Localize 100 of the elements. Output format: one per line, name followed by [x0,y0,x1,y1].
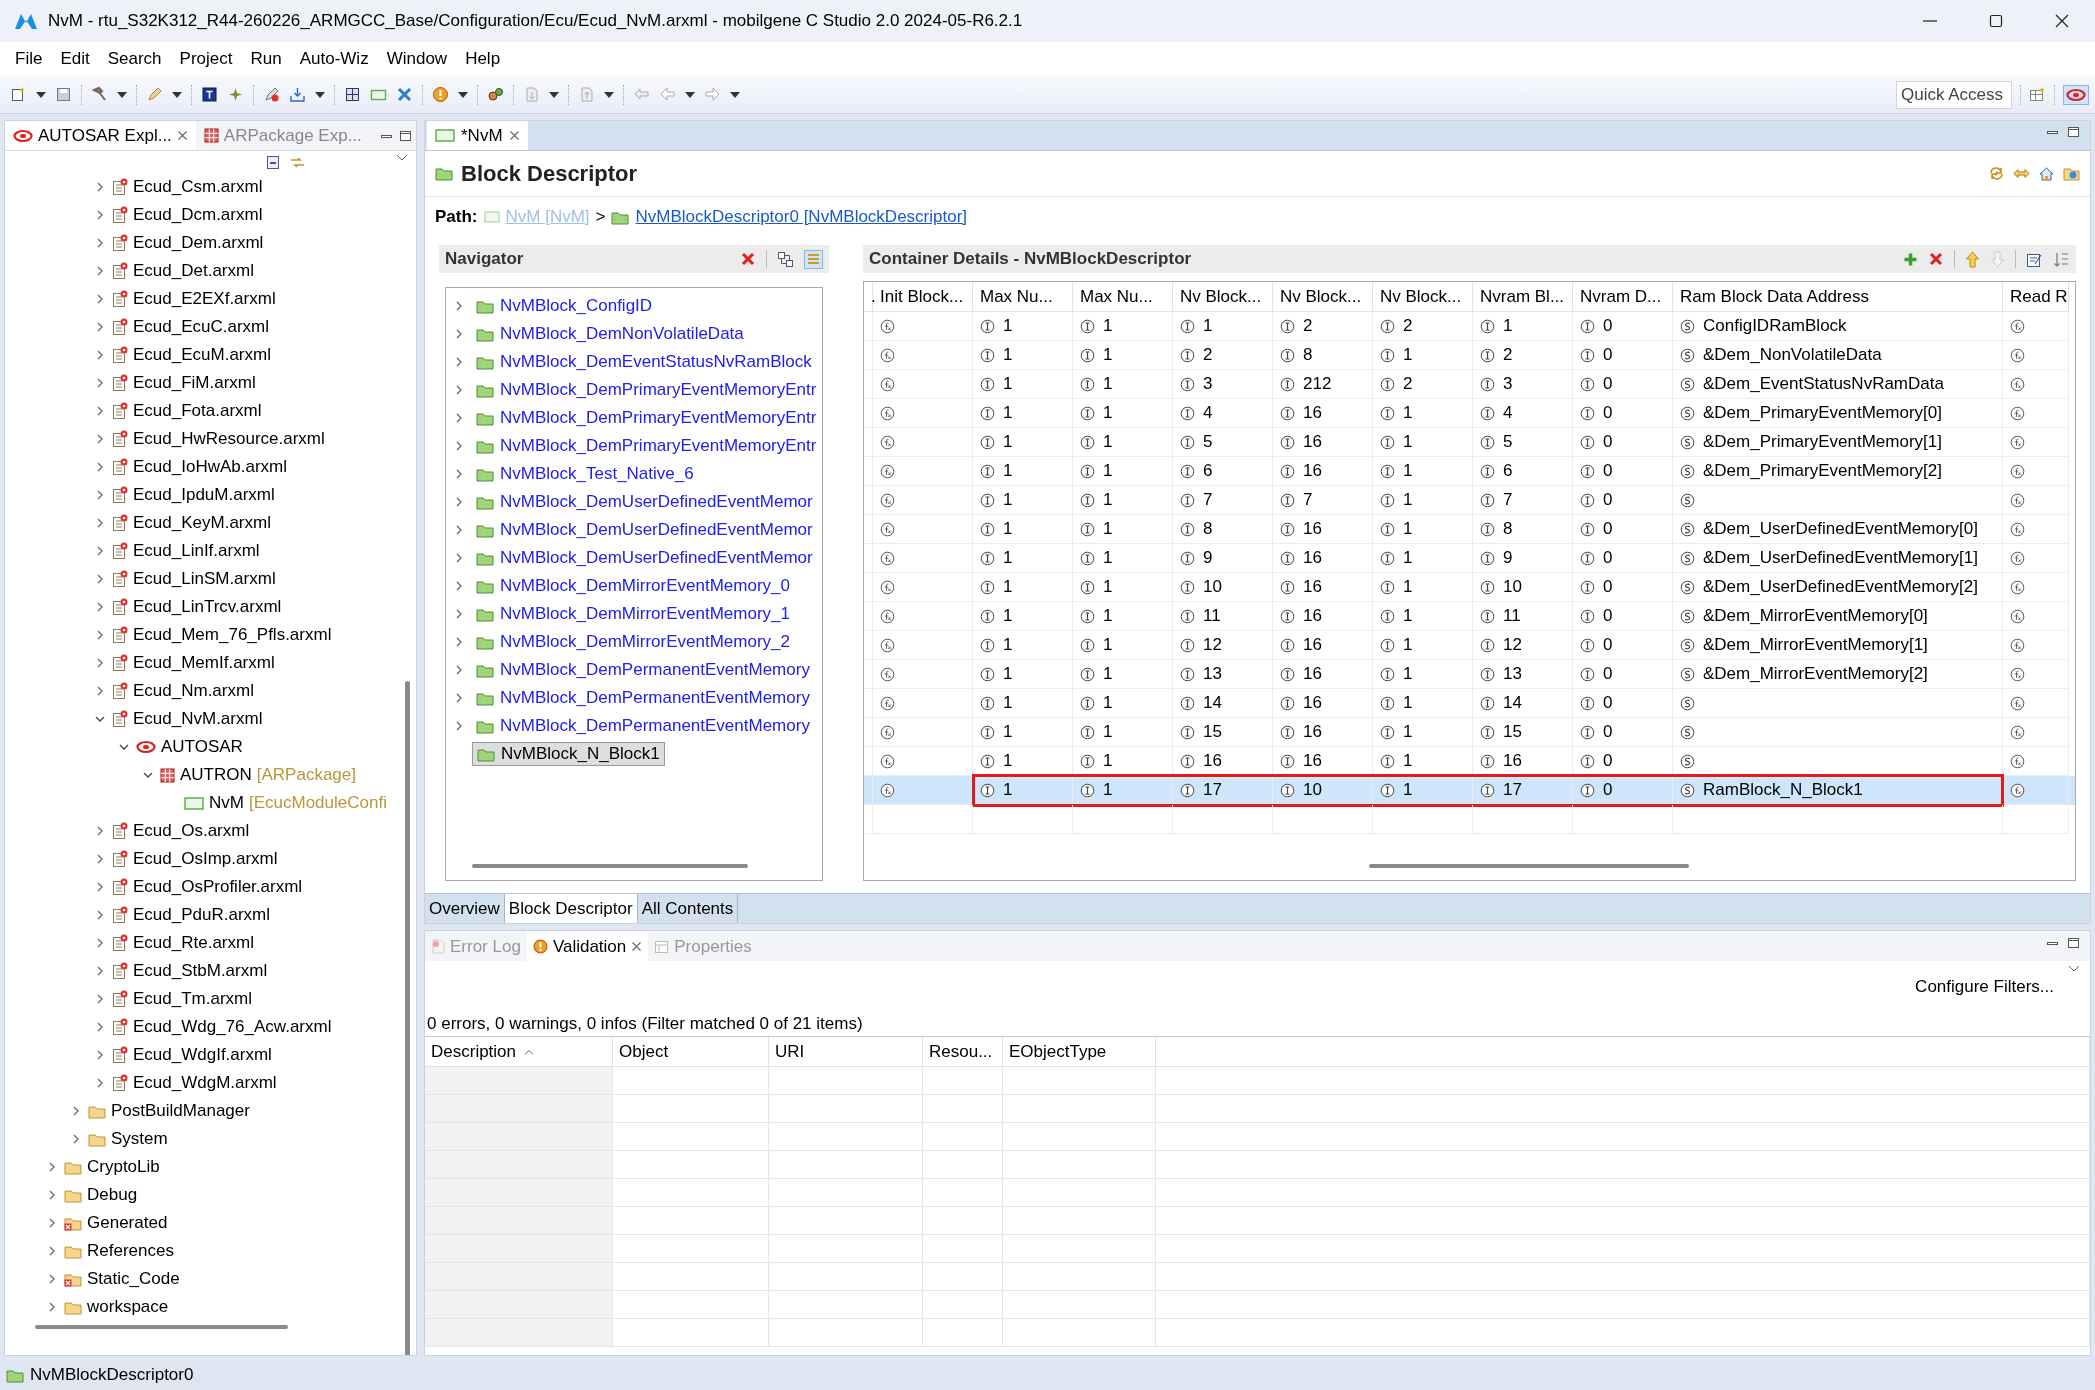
column-header[interactable]: Nv Block... [1173,282,1273,312]
column-header[interactable]: Max Nu... [973,282,1073,312]
gears-icon[interactable] [487,86,504,103]
tree-item[interactable]: AUTRON [180,765,252,785]
navigator-item[interactable]: NvMBlock_DemPrimaryEventMemoryEntr [472,379,821,401]
column-header[interactable]: Object [613,1037,769,1067]
grid-icon[interactable] [344,86,361,103]
navigator-item[interactable]: NvMBlock_DemPermanentEventMemory [472,715,814,737]
scrollbar[interactable] [35,1325,288,1329]
tree-item[interactable]: Ecud_IoHwAb.arxml [133,457,287,477]
column-header[interactable]: Resou... [923,1037,1003,1067]
menu-item[interactable]: Auto-Wiz [290,49,378,69]
navigator-item[interactable]: NvMBlock_DemPrimaryEventMemoryEntr [472,407,821,429]
tree-item[interactable]: Ecud_PduR.arxml [133,905,270,925]
column-header[interactable]: Max Nu... [1073,282,1173,312]
table-row[interactable]: 1 1 10 16 1 10 0 &Dem_UserDefinedEventMemory[2] [864,573,2075,602]
editor-tab[interactable]: *NvM [427,121,528,150]
maximize-icon[interactable] [398,130,412,142]
table-row[interactable]: 1 1 12 16 1 12 0 &Dem_MirrorEventMemory[1] [864,631,2075,660]
navigator-item[interactable]: NvMBlock_DemMirrorEventMemory_1 [472,603,794,625]
tree-item[interactable]: PostBuildManager [111,1101,250,1121]
tree-item[interactable]: Ecud_LinTrcv.arxml [133,597,282,617]
view-tab[interactable]: AUTOSAR Expl... [5,121,196,150]
warning-icon[interactable] [432,86,449,103]
view-menu-icon[interactable] [396,154,408,162]
sparkle-icon[interactable] [227,86,244,103]
column-header[interactable]: Nv Block... [1273,282,1373,312]
table-row[interactable]: 1 1 17 10 1 17 0 RamBlock_N_Block1 [864,776,2075,805]
expand-icon[interactable] [777,250,794,268]
close-icon[interactable] [508,130,520,141]
close-icon[interactable] [631,941,643,952]
dropdown-caret-icon[interactable] [730,91,740,98]
table-row[interactable]: 1 1 14 16 1 14 0 [864,689,2075,718]
column-header[interactable]: . [864,282,873,312]
tree-item[interactable]: Ecud_OsImp.arxml [133,849,278,869]
tree-item[interactable]: Ecud_Nm.arxml [133,681,254,701]
tree-item[interactable]: Ecud_Rte.arxml [133,933,254,953]
tree-item[interactable]: Ecud_FiM.arxml [133,373,256,393]
tree-item[interactable]: Ecud_Det.arxml [133,261,254,281]
pen-icon[interactable] [146,86,163,103]
hammer-icon[interactable] [91,86,108,103]
tree-item[interactable]: workspace [87,1297,169,1317]
tree-item[interactable]: Ecud_Csm.arxml [133,177,263,197]
tree-item[interactable]: Ecud_Wdg_76_Acw.arxml [133,1017,332,1037]
tree-item[interactable]: Ecud_StbM.arxml [133,961,268,981]
sync-arrows-icon[interactable] [1988,165,2005,182]
table-row[interactable]: 1 1 9 16 1 9 0 &Dem_UserDefinedEventMemory[1] [864,544,2075,573]
tree-item[interactable]: Ecud_OsProfiler.arxml [133,877,303,897]
maximize-icon[interactable] [2067,937,2080,949]
quick-access-field[interactable]: Quick Access [1896,80,2012,109]
scrollbar[interactable] [405,681,410,1355]
column-header[interactable]: Nvram Bl... [1473,282,1573,312]
cross-icon[interactable] [396,86,413,103]
tree-item[interactable]: Ecud_WdgM.arxml [133,1073,277,1093]
navigator-item[interactable]: NvMBlock_DemUserDefinedEventMemor [472,491,817,513]
menu-item[interactable]: Run [241,49,291,69]
menu-item[interactable]: Help [456,49,510,69]
tree-item[interactable]: Ecud_Mem_76_Pfls.arxml [133,625,332,645]
navigator-item[interactable]: NvMBlock_DemMirrorEventMemory_2 [472,631,794,653]
navigator-item[interactable]: NvMBlock_DemUserDefinedEventMemor [472,519,817,541]
column-header[interactable]: Ram Block Data Address [1673,282,2003,312]
tree-item[interactable]: System [111,1129,168,1149]
table-row[interactable]: 1 1 1 2 2 1 0 ConfigIDRamBlock [864,312,2075,341]
tree-item[interactable]: Ecud_WdgIf.arxml [133,1045,272,1065]
tree-item[interactable]: Ecud_LinSM.arxml [133,569,276,589]
home-icon[interactable] [2038,165,2055,182]
tree-item[interactable]: Ecud_E2EXf.arxml [133,289,276,309]
table-row[interactable]: 1 1 11 16 1 11 0 &Dem_MirrorEventMemory[0] [864,602,2075,631]
table-row[interactable]: 1 1 15 16 1 15 0 [864,718,2075,747]
save-icon[interactable] [55,86,72,103]
column-header[interactable]: Nv Block... [1373,282,1473,312]
dropdown-caret-icon[interactable] [685,91,695,98]
table-row[interactable]: 1 1 7 7 1 7 0 [864,486,2075,515]
table-row[interactable]: 1 1 5 16 1 5 0 &Dem_PrimaryEventMemory[1] [864,428,2075,457]
tree-item[interactable]: Ecud_HwResource.arxml [133,429,325,449]
tree-item[interactable]: CryptoLib [87,1157,160,1177]
configure-filters-link[interactable]: Configure Filters... [1915,977,2054,997]
folder-arrow-icon[interactable] [2063,165,2080,182]
scrollbar[interactable] [1369,864,1689,868]
add-icon[interactable] [1903,251,1918,267]
new-file-icon[interactable] [10,86,27,103]
tree-item[interactable]: Ecud_Tm.arxml [133,989,253,1009]
pencil-cross-icon[interactable] [263,86,280,103]
tree-item[interactable]: Ecud_Os.arxml [133,821,250,841]
t-square-icon[interactable] [201,86,218,103]
column-header[interactable]: URI [769,1037,923,1067]
tree-item[interactable]: Ecud_NvM.arxml [133,709,263,729]
dropdown-caret-icon[interactable] [36,91,46,98]
tree-item[interactable]: References [87,1241,174,1261]
dropdown-caret-icon[interactable] [315,91,325,98]
perspective-icon[interactable] [2029,86,2046,103]
table-row[interactable]: 1 1 16 16 1 16 0 [864,747,2075,776]
navigator-item[interactable]: NvMBlock_DemNonVolatileData [472,323,748,345]
collapse-all-icon[interactable] [266,154,281,170]
tree-item[interactable]: AUTOSAR [161,737,243,757]
menu-item[interactable]: Window [377,49,457,69]
column-header[interactable]: EObjectType [1003,1037,1156,1067]
table-row[interactable]: 1 1 13 16 1 13 0 &Dem_MirrorEventMemory[2] [864,660,2075,689]
menu-item[interactable]: Edit [51,49,99,69]
navigator-item[interactable]: NvMBlock_DemPermanentEventMemory [472,659,814,681]
